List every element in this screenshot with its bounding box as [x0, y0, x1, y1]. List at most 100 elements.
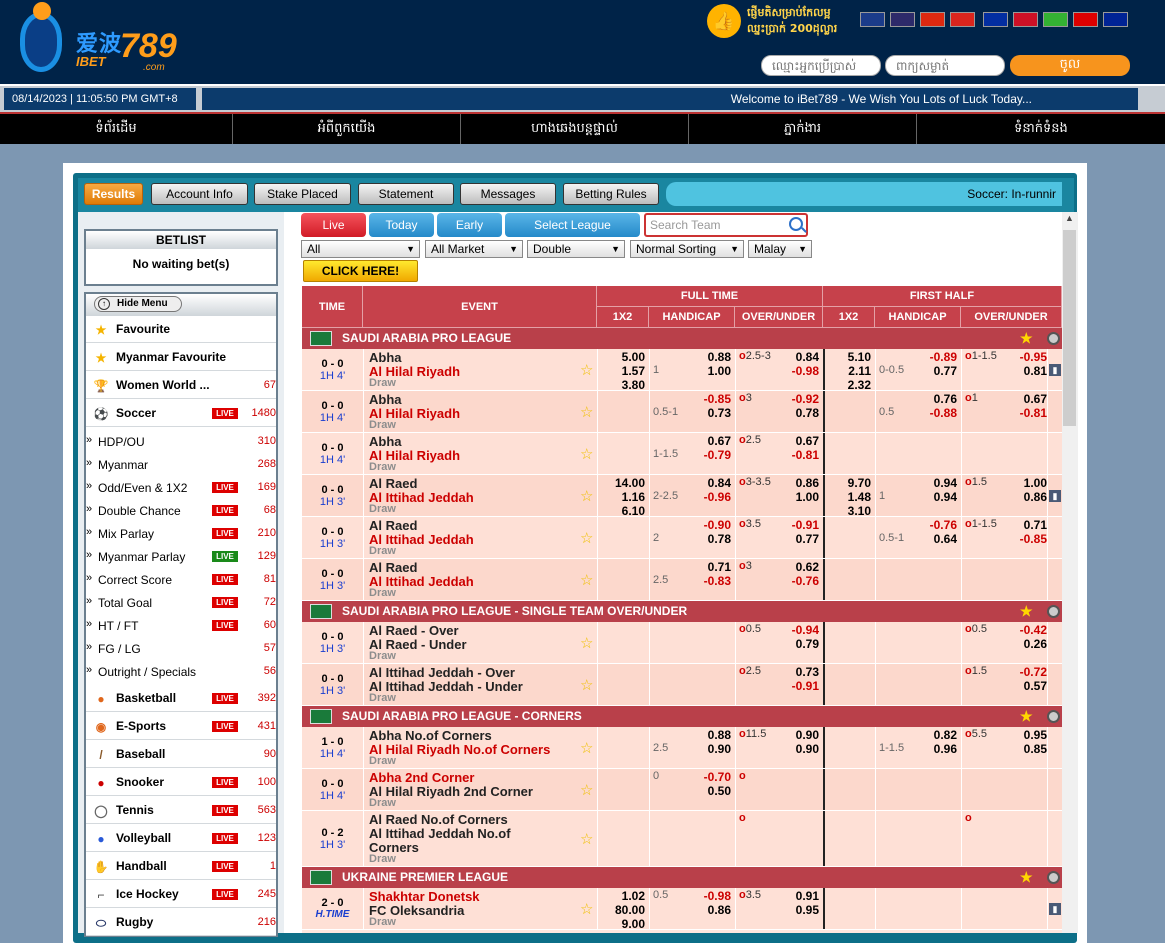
menu-item-favourite[interactable]: ★ Favourite	[86, 316, 276, 343]
menu-item-handball[interactable]: ✋ Handball LIVE 1	[86, 853, 276, 880]
handicap-odds[interactable]: -0.70	[679, 770, 731, 784]
submenu-item-double-chance[interactable]: » Double Chance LIVE 68	[86, 499, 276, 522]
stats-chart-icon[interactable]: ▮	[1049, 490, 1061, 502]
submenu-item-outright-specials[interactable]: » Outright / Specials 56	[86, 660, 276, 683]
over-under-odds[interactable]: 0.62	[765, 560, 819, 574]
submenu-item-mix-parlay[interactable]: » Mix Parlay LIVE 210	[86, 522, 276, 545]
over-under-odds[interactable]: 0.67	[765, 434, 819, 448]
tab-stake-placed[interactable]: Stake Placed	[254, 183, 351, 205]
handicap-odds[interactable]: 0.96	[905, 742, 957, 756]
menu-item-ice-hockey[interactable]: ⌐ Ice Hockey LIVE 245	[86, 881, 276, 908]
handicap-odds[interactable]: 0.73	[679, 406, 731, 420]
odds-1x2[interactable]: 2.11	[823, 364, 871, 378]
handicap-odds[interactable]: 0.88	[679, 728, 731, 742]
over-under-odds[interactable]: 0.84	[765, 350, 819, 364]
odds-1x2[interactable]: 1.48	[823, 490, 871, 504]
over-under-odds[interactable]: 0.77	[765, 532, 819, 546]
handicap-odds[interactable]: 0.86	[679, 903, 731, 917]
handicap-odds[interactable]: -0.88	[905, 406, 957, 420]
odds-1x2[interactable]: 6.10	[597, 504, 645, 518]
favourite-star-icon[interactable]: ☆	[580, 445, 593, 463]
feedback-promo[interactable]: 👍 ផ្ញើមតិសម្រាប់កែលម្អ ឈ្នះប្រាក់ 200ដុល…	[707, 4, 847, 40]
league-header[interactable]: SAUDI ARABIA PRO LEAGUE ★	[302, 328, 1062, 349]
tab-betting-rules[interactable]: Betting Rules	[563, 183, 659, 205]
france-flag-icon[interactable]	[1103, 12, 1128, 27]
league-header[interactable]: SAUDI ARABIA PRO LEAGUE - SINGLE TEAM OV…	[302, 601, 1062, 622]
handicap-odds[interactable]: 0.71	[679, 560, 731, 574]
handicap-odds[interactable]: 0.67	[679, 434, 731, 448]
over-under-odds[interactable]: 0.81	[991, 364, 1047, 378]
over-under-odds[interactable]: 1.00	[991, 476, 1047, 490]
handicap-odds[interactable]: 0.77	[905, 364, 957, 378]
filter-early-button[interactable]: Early	[437, 213, 502, 237]
filter-today-button[interactable]: Today	[369, 213, 434, 237]
filter-live-button[interactable]: Live	[301, 213, 366, 237]
home-team[interactable]: Abha No.of Corners	[369, 728, 492, 743]
over-under-odds[interactable]: -0.94	[765, 623, 819, 637]
username-field[interactable]	[761, 55, 881, 76]
dropdown-market[interactable]: All Market ▼	[425, 240, 523, 258]
home-team[interactable]: Al Raed	[369, 518, 417, 533]
favourite-star-icon[interactable]: ★	[1020, 706, 1033, 727]
nav-contact[interactable]: ទំនាក់ទំនង	[917, 114, 1165, 144]
away-team[interactable]: Al Hilal Riyadh No.of Corners	[369, 742, 550, 757]
vietnam-flag-icon[interactable]	[950, 12, 975, 27]
over-under-odds[interactable]: 0.91	[765, 889, 819, 903]
tab-results[interactable]: Results	[84, 183, 143, 205]
submenu-item-fg-lg[interactable]: » FG / LG 57	[86, 637, 276, 660]
password-field[interactable]	[885, 55, 1005, 76]
home-team[interactable]: Abha	[369, 434, 402, 449]
menu-item-snooker[interactable]: ● Snooker LIVE 100	[86, 769, 276, 796]
handicap-odds[interactable]: -0.76	[905, 518, 957, 532]
over-under-odds[interactable]: -0.81	[765, 448, 819, 462]
stats-chart-icon[interactable]: ▮	[1049, 364, 1061, 376]
home-team[interactable]: Al Raed - Over	[369, 623, 459, 638]
refresh-icon[interactable]	[1047, 871, 1060, 884]
home-team[interactable]: Abha 2nd Corner	[369, 770, 474, 785]
submenu-item-total-goal[interactable]: » Total Goal LIVE 72	[86, 591, 276, 614]
favourite-star-icon[interactable]: ☆	[580, 571, 593, 589]
tab-account-info[interactable]: Account Info	[151, 183, 248, 205]
over-under-odds[interactable]: -0.98	[765, 364, 819, 378]
menu-item-soccer[interactable]: ⚽ Soccer LIVE 1480	[86, 400, 276, 427]
over-under-odds[interactable]: -0.42	[991, 623, 1047, 637]
odds-1x2[interactable]: 3.10	[823, 504, 871, 518]
china-flag-icon[interactable]	[920, 12, 945, 27]
favourite-star-icon[interactable]: ★	[1020, 328, 1033, 349]
over-under-odds[interactable]: 0.86	[765, 476, 819, 490]
handicap-odds[interactable]: 0.64	[905, 532, 957, 546]
favourite-star-icon[interactable]: ☆	[580, 676, 593, 694]
home-team[interactable]: Abha	[369, 350, 402, 365]
stats-chart-icon[interactable]: ▮	[1049, 903, 1061, 915]
submenu-item-myanmar[interactable]: » Myanmar 268	[86, 453, 276, 476]
over-under-odds[interactable]: 0.78	[765, 406, 819, 420]
home-team[interactable]: Al Raed	[369, 476, 417, 491]
odds-1x2[interactable]: 2.32	[823, 378, 871, 392]
search-team-input[interactable]: Search Team	[644, 213, 808, 237]
over-under-odds[interactable]: -0.72	[991, 665, 1047, 679]
nav-about[interactable]: អំពីពួកយើង	[233, 114, 461, 144]
favourite-star-icon[interactable]: ☆	[580, 634, 593, 652]
away-team[interactable]: Al Ittihad Jeddah No.of	[369, 826, 511, 841]
odds-1x2[interactable]: 14.00	[597, 476, 645, 490]
tab-messages[interactable]: Messages	[460, 183, 556, 205]
favourite-star-icon[interactable]: ★	[1020, 867, 1033, 888]
menu-item-women-world[interactable]: 🏆 Women World ... 67	[86, 372, 276, 399]
dropdown-sorting[interactable]: Normal Sorting ▼	[630, 240, 744, 258]
handicap-odds[interactable]: 0.78	[679, 532, 731, 546]
handicap-odds[interactable]: -0.85	[679, 392, 731, 406]
handicap-odds[interactable]: -0.96	[679, 490, 731, 504]
home-team[interactable]: Al Raed	[369, 560, 417, 575]
handicap-odds[interactable]: -0.79	[679, 448, 731, 462]
thai-flag-icon[interactable]	[890, 12, 915, 27]
odds-1x2[interactable]: 9.00	[597, 917, 645, 931]
odds-1x2[interactable]: 1.02	[597, 889, 645, 903]
handicap-odds[interactable]: -0.90	[679, 518, 731, 532]
over-under-odds[interactable]: -0.81	[991, 406, 1047, 420]
handicap-odds[interactable]: 0.76	[905, 392, 957, 406]
over-under-odds[interactable]: 0.79	[765, 637, 819, 651]
over-under-odds[interactable]: -0.91	[765, 679, 819, 693]
over-under-odds[interactable]: 1.00	[765, 490, 819, 504]
home-team[interactable]: Al Ittihad Jeddah - Over	[369, 665, 515, 680]
submenu-item-correct-score[interactable]: » Correct Score LIVE 81	[86, 568, 276, 591]
